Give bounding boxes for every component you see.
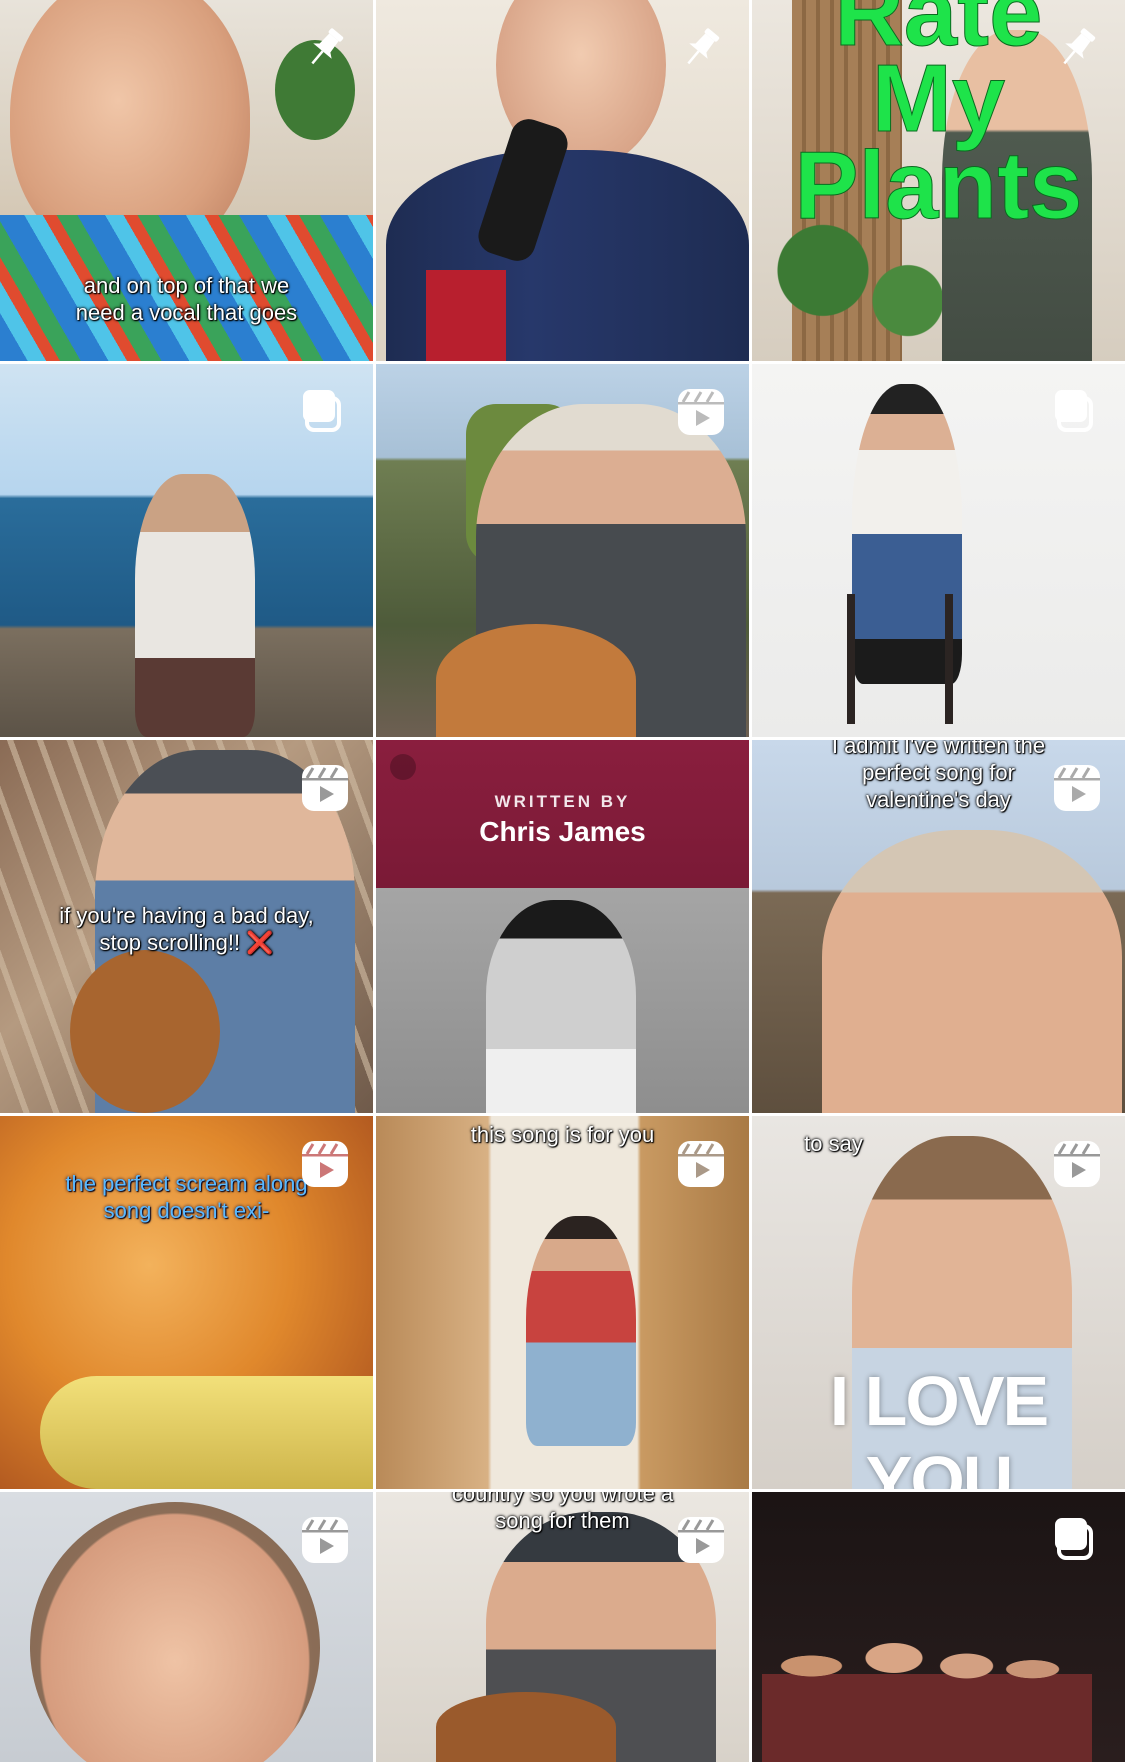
pin-icon [675,22,727,74]
profile-post-grid: and on top of that we need a vocal that … [0,0,1125,1762]
post-tile-11[interactable]: this song is for you [376,1116,749,1489]
post-tile-9[interactable]: I admit I've written the perfect song fo… [752,740,1125,1113]
spotify-header [376,740,749,888]
reel-icon [299,1138,351,1190]
post-tile-13[interactable] [0,1492,373,1762]
guitar [40,1376,373,1489]
person [526,1216,636,1446]
red-panel [426,270,506,361]
reel-icon [299,762,351,814]
carousel-icon [1051,1514,1103,1566]
post-tile-15[interactable] [752,1492,1125,1762]
person-face [30,1502,320,1762]
guitar [70,950,220,1113]
person [135,474,255,737]
reel-icon [1051,762,1103,814]
spotify-logo-icon [390,754,416,780]
post-tile-10[interactable]: the perfect scream along song doesn't ex… [0,1116,373,1489]
artist-name: Chris James [479,816,646,847]
post-tile-4[interactable] [0,364,373,737]
band-members [762,1602,1092,1762]
post-tile-14[interactable]: country so you wrote a song for them [376,1492,749,1762]
guitar [436,1692,616,1762]
person [822,830,1122,1113]
post-tile-3[interactable]: Rate My Plants [752,0,1125,361]
post-tile-8[interactable]: WRITTEN BY Chris James [376,740,749,1113]
reel-icon [675,1138,727,1190]
post-tile-1[interactable]: and on top of that we need a vocal that … [0,0,373,361]
post-tile-6[interactable] [752,364,1125,737]
post-big-text: I LOVE YOU [829,1362,1049,1489]
post-tile-7[interactable]: if you're having a bad day, stop scrolli… [0,740,373,1113]
written-by-label: WRITTEN BY [494,792,631,811]
stool [847,594,953,724]
carousel-icon [1051,386,1103,438]
reel-icon [675,1514,727,1566]
post-tile-2[interactable] [376,0,749,361]
reel-icon [1051,1138,1103,1190]
pin-icon [1051,22,1103,74]
post-caption: if you're having a bad day, stop scrolli… [59,903,314,955]
carousel-icon [299,386,351,438]
post-caption: and on top of that we need a vocal that … [75,273,298,325]
reel-icon [299,1514,351,1566]
pin-icon [299,22,351,74]
post-tile-12[interactable]: to say I LOVE YOU [752,1116,1125,1489]
reel-icon [675,386,727,438]
person [486,900,636,1113]
post-tile-5[interactable] [376,364,749,737]
guitar [436,624,636,737]
